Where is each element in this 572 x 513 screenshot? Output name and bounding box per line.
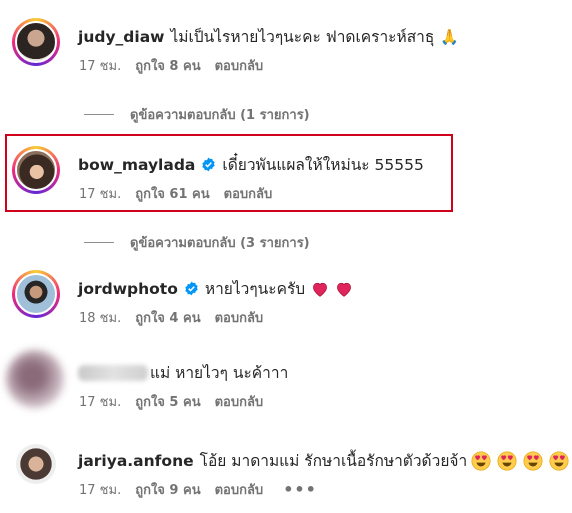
folded-hands-emoji-icon: 🙏 <box>440 27 460 46</box>
red-heart-emoji-icon <box>335 281 353 297</box>
comment-item: jordwphoto หายไวๆนะครับ 18 ชม. ถูกใจ 4 ค… <box>0 270 572 340</box>
divider <box>84 242 114 243</box>
comment-text: ไม่เป็นไรหายไวๆนะคะ ฟาดเคราะห์สาธุ <box>170 28 435 46</box>
reply-button[interactable]: ตอบกลับ <box>215 391 264 412</box>
comment-text: โอ้ย มาดามแม่ รักษาเนื้อรักษาตัวด้วยจ้า <box>199 452 468 470</box>
view-replies-button[interactable]: ดูข้อความตอบกลับ (3 รายการ) <box>84 232 310 253</box>
comment-likes[interactable]: ถูกใจ 5 คน <box>135 391 200 412</box>
reply-button[interactable]: ตอบกลับ <box>215 479 264 500</box>
comment-text: แม่ หายไวๆ นะค้าาา <box>150 364 289 382</box>
comment-time[interactable]: 17 ชม. <box>79 55 121 76</box>
avatar[interactable] <box>12 270 60 318</box>
reply-button[interactable]: ตอบกลับ <box>224 183 273 204</box>
reply-button[interactable]: ตอบกลับ <box>215 307 264 328</box>
comment-time[interactable]: 18 ชม. <box>79 307 121 328</box>
avatar[interactable] <box>12 18 60 66</box>
red-heart-emoji-icon <box>311 281 329 297</box>
comment-item: jariya.anfone โอ้ย มาดามแม่ รักษาเนื้อรั… <box>0 442 572 512</box>
avatar[interactable] <box>16 444 56 484</box>
more-options-icon[interactable]: ••• <box>283 480 317 499</box>
reply-button[interactable]: ตอบกลับ <box>215 55 264 76</box>
avatar[interactable] <box>12 146 60 194</box>
blurred-username[interactable] <box>78 364 148 381</box>
comment-time[interactable]: 17 ชม. <box>79 391 121 412</box>
view-replies-label: ดูข้อความตอบกลับ (1 รายการ) <box>130 108 310 123</box>
heart-eyes-emoji-icon <box>471 451 491 470</box>
avatar[interactable] <box>6 350 64 408</box>
comment-item: judy_diaw ไม่เป็นไรหายไวๆนะคะ ฟาดเคราะห์… <box>0 18 572 88</box>
view-replies-button[interactable]: ดูข้อความตอบกลับ (1 รายการ) <box>84 104 310 125</box>
heart-eyes-emoji-icon <box>549 451 569 470</box>
comment-username[interactable]: bow_maylada <box>78 156 195 174</box>
heart-eyes-emoji-icon <box>497 451 517 470</box>
verified-badge-icon <box>184 281 199 296</box>
comment-username[interactable]: judy_diaw <box>78 28 164 46</box>
comment-item: แม่ หายไวๆ นะค้าาา 17 ชม. ถูกใจ 5 คน ตอบ… <box>0 350 572 424</box>
comment-time[interactable]: 17 ชม. <box>79 183 121 204</box>
comment-likes[interactable]: ถูกใจ 9 คน <box>135 479 200 500</box>
comment-likes[interactable]: ถูกใจ 4 คน <box>135 307 200 328</box>
heart-eyes-emoji-icon <box>523 451 543 470</box>
comment-item: bow_maylada เดี๋ยวพันแผลให้ใหม่นะ 55555 … <box>0 146 572 216</box>
view-replies-label: ดูข้อความตอบกลับ (3 รายการ) <box>130 236 310 251</box>
comment-time[interactable]: 17 ชม. <box>79 479 121 500</box>
comment-likes[interactable]: ถูกใจ 61 คน <box>135 183 209 204</box>
comment-text: เดี๋ยวพันแผลให้ใหม่นะ 55555 <box>222 156 424 174</box>
comment-text: หายไวๆนะครับ <box>204 280 306 298</box>
divider <box>84 114 114 115</box>
comment-username[interactable]: jordwphoto <box>78 280 178 298</box>
comment-username[interactable]: jariya.anfone <box>78 452 194 470</box>
comment-likes[interactable]: ถูกใจ 8 คน <box>135 55 200 76</box>
verified-badge-icon <box>201 157 216 172</box>
